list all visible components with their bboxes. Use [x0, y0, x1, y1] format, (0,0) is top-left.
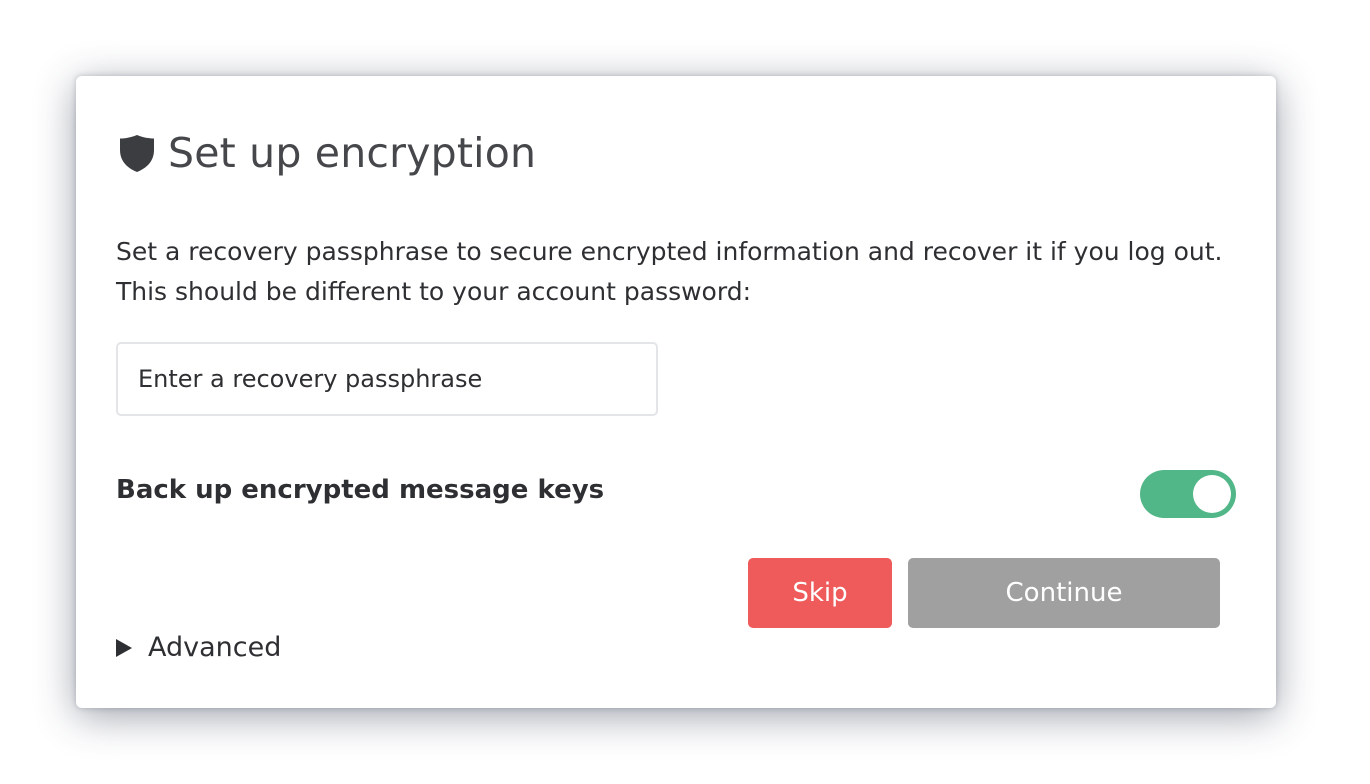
skip-button[interactable]: Skip	[748, 558, 892, 628]
setup-encryption-dialog: Set up encryption Set a recovery passphr…	[76, 76, 1276, 708]
triangle-right-icon	[116, 639, 132, 657]
dialog-title: Set up encryption	[168, 129, 537, 177]
backup-keys-label: Back up encrypted message keys	[116, 475, 605, 505]
toggle-knob	[1193, 475, 1231, 513]
shield-icon	[120, 135, 154, 172]
advanced-label: Advanced	[148, 632, 282, 663]
dialog-description: Set a recovery passphrase to secure encr…	[116, 237, 1223, 306]
recovery-passphrase-input[interactable]	[116, 342, 658, 416]
advanced-disclosure[interactable]: Advanced	[114, 628, 281, 668]
continue-button[interactable]: Continue	[908, 558, 1220, 628]
backup-keys-toggle[interactable]	[1140, 470, 1236, 518]
dialog-header: Set up encryption	[118, 128, 536, 178]
